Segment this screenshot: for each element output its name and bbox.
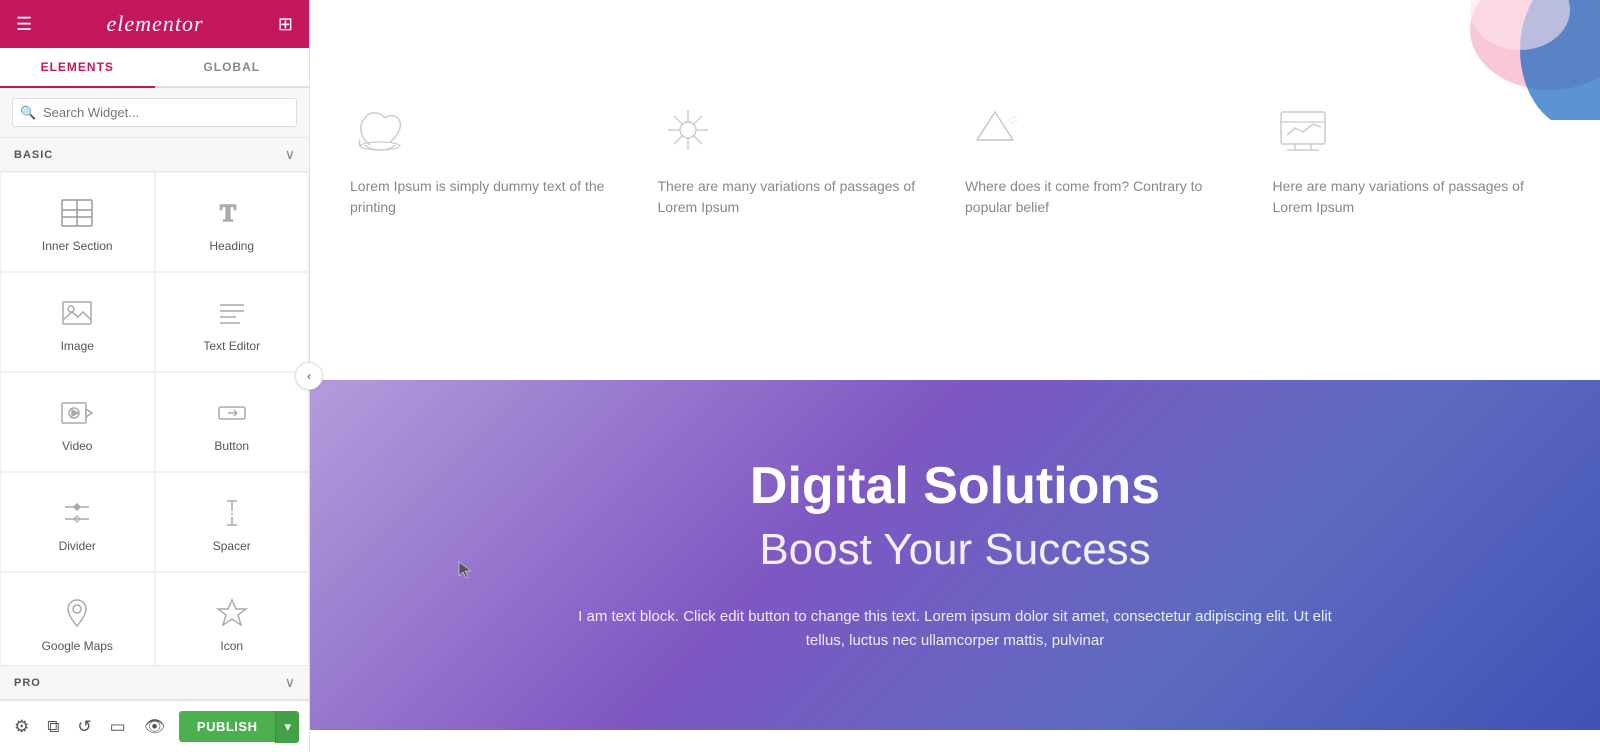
decorative-shapes [1340, 0, 1600, 120]
canvas-top-section: Lorem Ipsum is simply dummy text of the … [310, 0, 1600, 380]
canvas-hero-section: Digital Solutions Boost Your Success I a… [310, 380, 1600, 730]
footer-icons: ⚙ ⧉ ↺ ▭ 👁 [10, 713, 169, 741]
grid-icon[interactable]: ⊞ [278, 14, 293, 35]
hero-body-text: I am text block. Click edit button to ch… [565, 605, 1345, 653]
tab-global[interactable]: GLOBAL [155, 48, 310, 86]
inner-section-icon [59, 195, 95, 231]
collapse-sidebar-button[interactable]: ‹ [295, 362, 323, 390]
feature-1-text: Lorem Ipsum is simply dummy text of the … [350, 176, 638, 218]
widget-text-editor[interactable]: Text Editor [155, 272, 310, 372]
button-label: Button [214, 439, 249, 453]
widget-google-maps[interactable]: Google Maps [0, 572, 155, 665]
feature-3-text: Where does it come from? Contrary to pop… [965, 176, 1253, 218]
google-maps-label: Google Maps [42, 639, 113, 653]
hero-title: Digital Solutions [750, 457, 1160, 517]
feature-4-text: Here are many variations of passages of … [1273, 176, 1561, 218]
google-maps-icon [59, 595, 95, 631]
text-editor-label: Text Editor [203, 339, 260, 353]
inner-section-label: Inner Section [42, 239, 113, 253]
button-icon [214, 395, 250, 431]
basic-section-label: BASIC [14, 149, 53, 161]
search-input[interactable] [12, 98, 297, 127]
divider-icon [59, 495, 95, 531]
search-bar: 🔍 [0, 88, 309, 137]
feature-item-2: There are many variations of passages of… [658, 100, 946, 218]
widget-heading[interactable]: T Heading [155, 172, 310, 272]
feature-3-icon [965, 100, 1025, 160]
feature-2-icon [658, 100, 718, 160]
feature-1-icon [350, 100, 410, 160]
widget-divider[interactable]: Divider [0, 472, 155, 572]
text-editor-icon [214, 295, 250, 331]
widget-inner-section[interactable]: Inner Section [0, 172, 155, 272]
widget-video[interactable]: Video [0, 372, 155, 472]
svg-text:T: T [220, 201, 236, 227]
main-canvas: Lorem Ipsum is simply dummy text of the … [310, 0, 1600, 752]
pro-section-header: PRO ∨ [0, 665, 309, 700]
spacer-icon [214, 495, 250, 531]
sidebar-header: ☰ elementor ⊞ [0, 0, 309, 48]
image-label: Image [61, 339, 94, 353]
feature-item-3: Where does it come from? Contrary to pop… [965, 100, 1253, 218]
hero-subtitle: Boost Your Success [759, 525, 1150, 575]
basic-chevron-icon[interactable]: ∨ [285, 146, 295, 163]
video-icon [59, 395, 95, 431]
history-icon[interactable]: ↺ [73, 713, 95, 741]
responsive-icon[interactable]: ▭ [106, 713, 130, 741]
publish-dropdown-button[interactable]: ▾ [275, 711, 299, 743]
widget-spacer[interactable]: Spacer [155, 472, 310, 572]
feature-item-1: Lorem Ipsum is simply dummy text of the … [350, 100, 638, 218]
icon-label: Icon [220, 639, 243, 653]
spacer-label: Spacer [213, 539, 251, 553]
widget-button[interactable]: Button [155, 372, 310, 472]
settings-icon[interactable]: ⚙ [10, 713, 33, 741]
feature-2-text: There are many variations of passages of… [658, 176, 946, 218]
publish-button[interactable]: PUBLISH [179, 711, 276, 742]
widget-icon[interactable]: Icon [155, 572, 310, 665]
video-label: Video [62, 439, 92, 453]
icon-widget-icon [214, 595, 250, 631]
sidebar-tabs: ELEMENTS GLOBAL [0, 48, 309, 88]
hamburger-menu-icon[interactable]: ☰ [16, 14, 32, 35]
widgets-grid: Inner Section T Heading Image [0, 172, 309, 665]
pro-section-label: PRO [14, 677, 41, 689]
heading-icon: T [214, 195, 250, 231]
tab-elements[interactable]: ELEMENTS [0, 48, 155, 88]
basic-section-header: BASIC ∨ [0, 137, 309, 172]
sidebar-footer: ⚙ ⧉ ↺ ▭ 👁 PUBLISH ▾ [0, 700, 309, 752]
feature-4-icon [1273, 100, 1333, 160]
sidebar: ☰ elementor ⊞ ELEMENTS GLOBAL 🔍 BASIC ∨ … [0, 0, 310, 752]
elementor-logo: elementor [107, 11, 204, 37]
image-icon [59, 295, 95, 331]
search-icon: 🔍 [20, 105, 36, 121]
pro-chevron-icon[interactable]: ∨ [285, 674, 295, 691]
preview-icon[interactable]: 👁 [140, 713, 170, 741]
divider-label: Divider [59, 539, 96, 553]
heading-label: Heading [209, 239, 254, 253]
widget-image[interactable]: Image [0, 272, 155, 372]
publish-button-wrapper: PUBLISH ▾ [179, 711, 299, 743]
layers-icon[interactable]: ⧉ [43, 713, 63, 741]
